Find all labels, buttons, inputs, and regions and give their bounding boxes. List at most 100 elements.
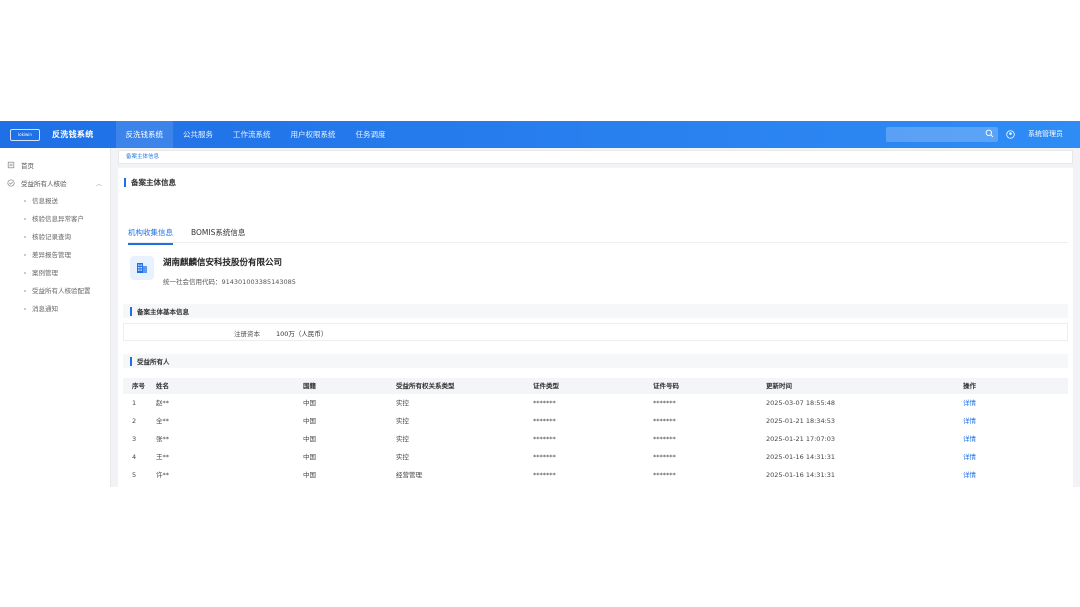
cell-update-time: 2025-01-16 14:31:31 xyxy=(766,471,836,479)
section-marker xyxy=(130,306,132,316)
sidebar-item-label: 差异报告管理 xyxy=(32,251,71,259)
sidebar-item-home[interactable]: 首页 xyxy=(0,156,110,174)
registered-capital-label: 注册资本 xyxy=(234,330,260,338)
system-title: 反洗钱系统 xyxy=(52,130,94,139)
table-row: 2 全** 中国 实控 ******* ******* 2025-01-21 1… xyxy=(123,412,1068,430)
sidebar-item-abnormal-customers[interactable]: 核验信息异常客户 xyxy=(0,210,110,228)
detail-link[interactable]: 详情 xyxy=(963,466,976,484)
sidebar-item-label: 核验信息异常客户 xyxy=(32,215,84,223)
nav-item-user-permission[interactable]: 用户权限系统 xyxy=(281,121,346,148)
cell-no: 3 xyxy=(132,435,137,443)
owner-header-bg xyxy=(123,354,1068,368)
beneficial-owner-table: 序号 姓名 国籍 受益所有权关系类型 证件类型 证件号码 更新时间 操作 1 赵… xyxy=(123,378,1068,484)
home-icon xyxy=(7,161,15,169)
sidebar-item-label: 核验记录查询 xyxy=(32,233,71,241)
nav-item-public-service[interactable]: 公共服务 xyxy=(173,121,223,148)
company-name: 湖南麒麟信安科技股份有限公司 xyxy=(163,258,283,268)
nav-item-aml[interactable]: 反洗钱系统 xyxy=(115,121,173,148)
content-panel: 备案主体信息 机构收集信息 BOMIS系统信息 湖南麒麟信安科技股份有限公司 统… xyxy=(118,168,1073,487)
registered-capital-value: 100万（人民币） xyxy=(276,330,328,338)
registered-capital-row: 注册资本 100万（人民币） xyxy=(123,323,1068,341)
cell-update-time: 2025-03-07 18:55:48 xyxy=(766,399,836,407)
table-row: 1 赵** 中国 实控 ******* ******* 2025-03-07 1… xyxy=(123,394,1068,412)
sidebar-item-case-management[interactable]: 案例管理 xyxy=(0,264,110,282)
cell-nationality: 中国 xyxy=(303,399,316,407)
app-window: lokiwin 反洗钱系统 反洗钱系统 公共服务 工作流系统 用户权限系统 任务… xyxy=(0,121,1080,487)
user-icon[interactable] xyxy=(1006,130,1015,139)
sidebar-item-verification-config[interactable]: 受益所有人核验配置 xyxy=(0,282,110,300)
table-row: 5 许** 中国 经营管理 ******* ******* 2025-01-16… xyxy=(123,466,1068,484)
detail-link[interactable]: 详情 xyxy=(963,394,976,412)
sidebar: 首页 受益所有人核验 ︿ 信息报送 核验信息异常客户 核验记录查询 差异报告管理… xyxy=(0,148,111,487)
cell-id-type: ******* xyxy=(533,453,556,461)
title-marker xyxy=(124,178,126,187)
column-header: 受益所有权关系类型 xyxy=(396,382,455,390)
sidebar-item-label: 案例管理 xyxy=(32,269,58,277)
cell-nationality: 中国 xyxy=(303,471,316,479)
detail-link[interactable]: 详情 xyxy=(963,448,976,466)
cell-id-number: ******* xyxy=(653,399,676,407)
cell-id-type: ******* xyxy=(533,399,556,407)
credit-code: 统一社会信用代码：91430100338514308​5 xyxy=(163,278,296,286)
sidebar-group-beneficial-owner[interactable]: 受益所有人核验 ︿ xyxy=(0,174,110,192)
column-header: 国籍 xyxy=(303,382,316,390)
basic-info-header-bg xyxy=(123,304,1068,318)
sidebar-item-label: 消息通知 xyxy=(32,305,58,313)
sidebar-item-info-report[interactable]: 信息报送 xyxy=(0,192,110,210)
cell-nationality: 中国 xyxy=(303,435,316,443)
tab-divider xyxy=(128,242,1068,243)
cell-name: 王** xyxy=(156,453,169,461)
cell-id-number: ******* xyxy=(653,453,676,461)
brand-logo: lokiwin xyxy=(10,128,40,141)
cell-name: 许** xyxy=(156,471,169,479)
sidebar-item-record-query[interactable]: 核验记录查询 xyxy=(0,228,110,246)
cell-update-time: 2025-01-21 18:34:53 xyxy=(766,417,836,425)
cell-update-time: 2025-01-16 14:31:31 xyxy=(766,453,836,461)
table-row: 3 张** 中国 实控 ******* ******* 2025-01-21 1… xyxy=(123,430,1068,448)
cell-id-number: ******* xyxy=(653,471,676,479)
nav-item-task-schedule[interactable]: 任务调度 xyxy=(346,121,396,148)
cell-nationality: 中国 xyxy=(303,417,316,425)
cell-relation-type: 实控 xyxy=(396,417,409,425)
cell-name: 全** xyxy=(156,417,169,425)
search-icon[interactable] xyxy=(985,129,994,138)
page-title: 备案主体信息 xyxy=(124,177,176,188)
cell-id-number: ******* xyxy=(653,417,676,425)
column-header: 序号 xyxy=(132,382,145,390)
sidebar-item-notifications[interactable]: 消息通知 xyxy=(0,300,110,318)
cell-id-type: ******* xyxy=(533,435,556,443)
user-name[interactable]: 系统管理员 xyxy=(1028,121,1063,148)
basic-info-title-text: 备案主体基本信息 xyxy=(137,308,189,316)
column-header: 操作 xyxy=(963,382,976,390)
cell-no: 5 xyxy=(132,471,137,479)
basic-info-section-title: 备案主体基本信息 xyxy=(130,306,189,316)
chevron-up-icon[interactable]: ︿ xyxy=(96,179,102,188)
cell-relation-type: 实控 xyxy=(396,399,409,407)
section-marker xyxy=(130,356,132,366)
building-icon xyxy=(137,263,147,273)
table-header: 序号 姓名 国籍 受益所有权关系类型 证件类型 证件号码 更新时间 操作 xyxy=(123,378,1068,394)
beneficial-owner-section-title: 受益所有人 xyxy=(130,356,170,366)
company-avatar xyxy=(130,256,154,280)
search-input[interactable] xyxy=(886,127,998,142)
cell-id-number: ******* xyxy=(653,435,676,443)
main-nav: 反洗钱系统 公共服务 工作流系统 用户权限系统 任务调度 xyxy=(115,121,396,148)
page-title-text: 备案主体信息 xyxy=(131,178,176,187)
column-header: 更新时间 xyxy=(766,382,792,390)
sidebar-item-diff-report[interactable]: 差异报告管理 xyxy=(0,246,110,264)
cell-update-time: 2025-01-21 17:07:03 xyxy=(766,435,836,443)
cell-id-type: ******* xyxy=(533,417,556,425)
column-header: 证件号码 xyxy=(653,382,679,390)
cell-relation-type: 经营管理 xyxy=(396,471,422,479)
main-content: 备案主体信息 备案主体信息 机构收集信息 BOMIS系统信息 湖南麒麟信安科技股… xyxy=(118,148,1073,487)
cell-nationality: 中国 xyxy=(303,453,316,461)
detail-link[interactable]: 详情 xyxy=(963,430,976,448)
sidebar-group-label: 受益所有人核验 xyxy=(21,180,67,188)
nav-item-workflow[interactable]: 工作流系统 xyxy=(223,121,281,148)
cell-relation-type: 实控 xyxy=(396,435,409,443)
column-header: 证件类型 xyxy=(533,382,559,390)
breadcrumb[interactable]: 备案主体信息 xyxy=(118,150,1073,164)
top-navigation-bar: lokiwin 反洗钱系统 反洗钱系统 公共服务 工作流系统 用户权限系统 任务… xyxy=(0,121,1080,148)
table-row: 4 王** 中国 实控 ******* ******* 2025-01-16 1… xyxy=(123,448,1068,466)
detail-link[interactable]: 详情 xyxy=(963,412,976,430)
